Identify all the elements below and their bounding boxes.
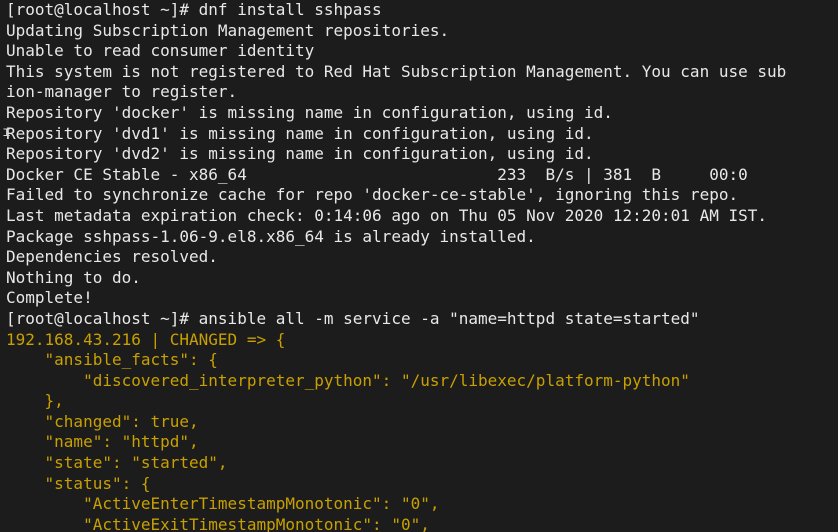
terminal-output[interactable]: [root@localhost ~]# dnf install sshpass … (6, 0, 838, 532)
terminal-line: "ActiveExitTimestampMonotonic": "0", (6, 514, 430, 532)
terminal-line: [root@localhost ~]# dnf install sshpass (6, 0, 382, 19)
terminal-line: 192.168.43.216 | CHANGED => { (6, 329, 286, 349)
terminal-line: Dependencies resolved. (6, 247, 218, 267)
terminal-line: Docker CE Stable - x86_64 233 B/s | 381 … (6, 164, 748, 184)
terminal-line: "discovered_interpreter_python": "/usr/l… (6, 370, 690, 390)
terminal-line: Failed to synchronize cache for repo 'do… (6, 185, 739, 205)
terminal-line: "name": "httpd", (6, 432, 199, 452)
terminal-line: Repository 'dvd2' is missing name in con… (6, 144, 594, 164)
terminal-line: Package sshpass-1.06-9.el8.x86_64 is alr… (6, 226, 536, 246)
terminal-line: "state": "started", (6, 453, 228, 473)
terminal-line: Complete! (6, 288, 93, 308)
terminal-line: }, (6, 391, 64, 411)
terminal-line: [root@localhost ~]# ansible all -m servi… (6, 308, 700, 328)
terminal-window[interactable]: [root@localhost ~]# dnf install sshpass … (0, 0, 838, 532)
terminal-line: This system is not registered to Red Hat… (6, 61, 787, 81)
text-cursor-icon: ⌶ (3, 125, 11, 139)
terminal-line: Repository 'docker' is missing name in c… (6, 102, 613, 122)
terminal-line: "status": { (6, 473, 151, 493)
terminal-line: "changed": true, (6, 411, 199, 431)
terminal-line: ion-manager to register. (6, 82, 238, 102)
terminal-line: "ansible_facts": { (6, 350, 218, 370)
terminal-line: Nothing to do. (6, 267, 141, 287)
terminal-line: Updating Subscription Management reposit… (6, 20, 450, 40)
terminal-line: Unable to read consumer identity (6, 41, 315, 61)
terminal-line: Last metadata expiration check: 0:14:06 … (6, 205, 767, 225)
terminal-line: Repository 'dvd1' is missing name in con… (6, 123, 594, 143)
terminal-line: "ActiveEnterTimestampMonotonic": "0", (6, 494, 440, 514)
